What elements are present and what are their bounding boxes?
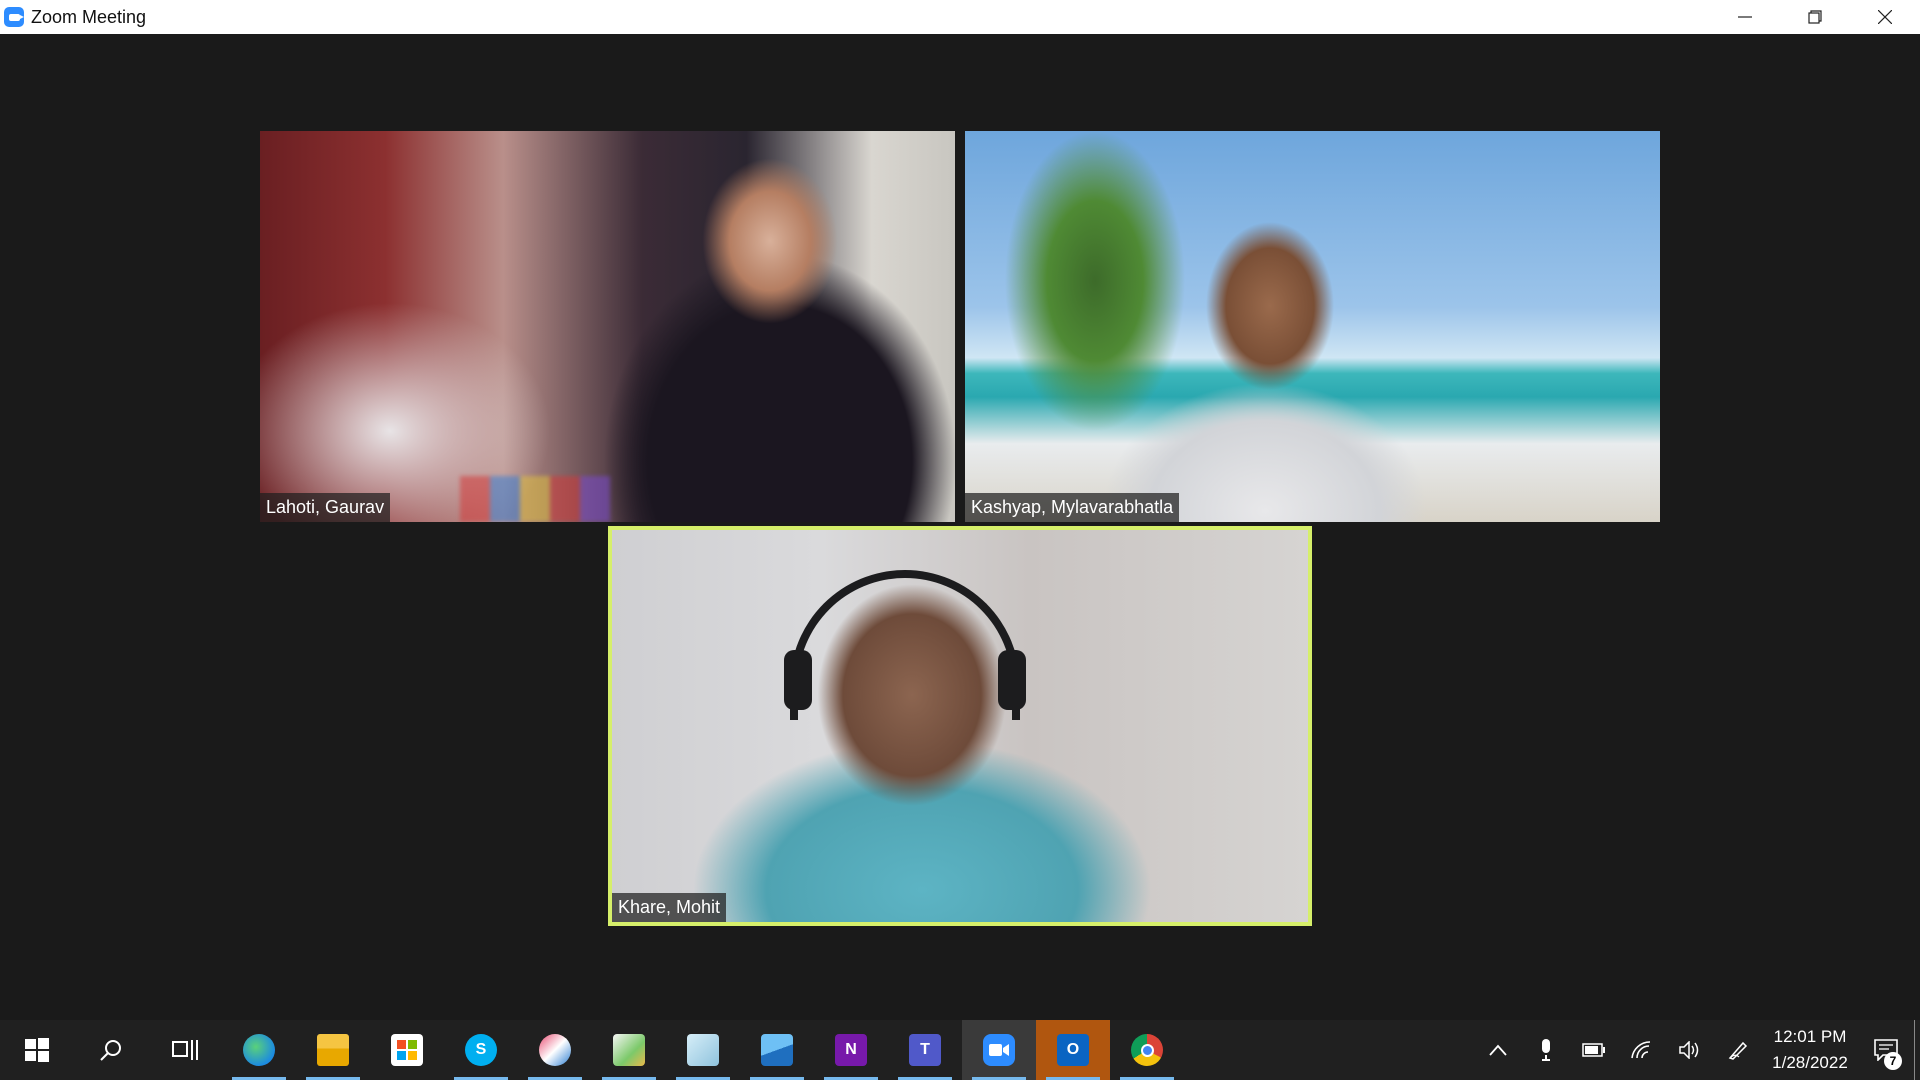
restore-button[interactable] — [1780, 0, 1850, 34]
wifi-icon — [1631, 1041, 1651, 1059]
notification-count-badge: 7 — [1884, 1052, 1902, 1070]
microsoft-store-icon — [391, 1034, 423, 1066]
battery-icon — [1582, 1043, 1605, 1057]
system-tray: 12:01 PM 1/28/2022 7 — [1474, 1020, 1920, 1080]
taskbar-app-zoom[interactable] — [962, 1020, 1036, 1080]
taskbar-app-notepad[interactable] — [666, 1020, 740, 1080]
battery-button[interactable] — [1570, 1020, 1618, 1080]
volume-button[interactable] — [1666, 1020, 1714, 1080]
taskbar-app-teams[interactable]: T — [888, 1020, 962, 1080]
pen-workspace-button[interactable] — [1714, 1020, 1762, 1080]
minimize-button[interactable] — [1710, 0, 1780, 34]
close-icon — [1878, 10, 1892, 24]
task-view-button[interactable] — [148, 1020, 222, 1080]
clock-date: 1/28/2022 — [1772, 1053, 1848, 1072]
taskbar-app-chrome[interactable] — [1110, 1020, 1184, 1080]
onenote-icon: N — [835, 1034, 867, 1066]
snip-sketch-icon — [539, 1034, 571, 1066]
paint-icon — [613, 1034, 645, 1066]
taskbar-app-edge[interactable] — [222, 1020, 296, 1080]
teams-icon: T — [909, 1034, 941, 1066]
taskbar-app-file-explorer[interactable] — [296, 1020, 370, 1080]
title-bar: Zoom Meeting — [0, 0, 1920, 34]
taskbar-clock[interactable]: 12:01 PM 1/28/2022 — [1762, 1020, 1858, 1080]
participant-name-label: Lahoti, Gaurav — [260, 493, 391, 522]
taskbar-app-photos[interactable] — [740, 1020, 814, 1080]
window-controls — [1710, 0, 1920, 34]
taskbar-app-onenote[interactable]: N — [814, 1020, 888, 1080]
network-button[interactable] — [1618, 1020, 1666, 1080]
taskbar-search-button[interactable] — [74, 1020, 148, 1080]
show-hidden-icons-button[interactable] — [1474, 1020, 1522, 1080]
participant-video-tile[interactable]: Lahoti, Gaurav — [260, 131, 955, 522]
headset-cup-right — [998, 650, 1026, 710]
chevron-up-icon — [1489, 1044, 1507, 1056]
chrome-icon — [1131, 1034, 1163, 1066]
outlook-icon: O — [1057, 1034, 1089, 1066]
meeting-gallery-view: Lahoti, Gaurav Kashyap, Mylavarabhatla K… — [0, 34, 1920, 1020]
notepad-icon — [687, 1034, 719, 1066]
taskbar-app-skype[interactable]: S — [444, 1020, 518, 1080]
taskbar-app-store[interactable] — [370, 1020, 444, 1080]
file-explorer-icon — [317, 1034, 349, 1066]
skype-icon: S — [465, 1034, 497, 1066]
task-view-icon — [172, 1040, 198, 1060]
headset-shape — [790, 570, 1020, 720]
microphone-button[interactable] — [1522, 1020, 1570, 1080]
photos-icon — [761, 1034, 793, 1066]
video-content — [460, 476, 610, 522]
taskbar-app-outlook[interactable]: O — [1036, 1020, 1110, 1080]
windows-taskbar: S N T O 12:01 PM 1/28/2022 7 — [0, 1020, 1920, 1080]
participant-name-label: Khare, Mohit — [612, 893, 727, 922]
search-icon — [100, 1040, 121, 1061]
close-button[interactable] — [1850, 0, 1920, 34]
headset-cup-left — [784, 650, 812, 710]
edge-icon — [243, 1034, 275, 1066]
volume-icon — [1679, 1041, 1699, 1059]
microphone-icon — [1542, 1039, 1550, 1061]
participant-video-tile[interactable]: Kashyap, Mylavarabhatla — [965, 131, 1660, 522]
zoom-icon — [983, 1034, 1015, 1066]
window-title: Zoom Meeting — [31, 6, 147, 27]
minimize-icon — [1738, 16, 1752, 18]
restore-icon — [1808, 10, 1822, 24]
taskbar-app-snip-sketch[interactable] — [518, 1020, 592, 1080]
zoom-app-icon — [4, 7, 24, 27]
show-desktop-button[interactable] — [1914, 1020, 1920, 1080]
pen-icon — [1728, 1041, 1748, 1060]
active-speaker-video-tile[interactable]: Khare, Mohit — [608, 526, 1312, 926]
taskbar-app-paint[interactable] — [592, 1020, 666, 1080]
start-button[interactable] — [0, 1020, 74, 1080]
clock-time: 12:01 PM — [1773, 1027, 1847, 1046]
start-icon — [25, 1038, 49, 1062]
action-center-button[interactable]: 7 — [1858, 1020, 1914, 1080]
participant-name-label: Kashyap, Mylavarabhatla — [965, 493, 1180, 522]
